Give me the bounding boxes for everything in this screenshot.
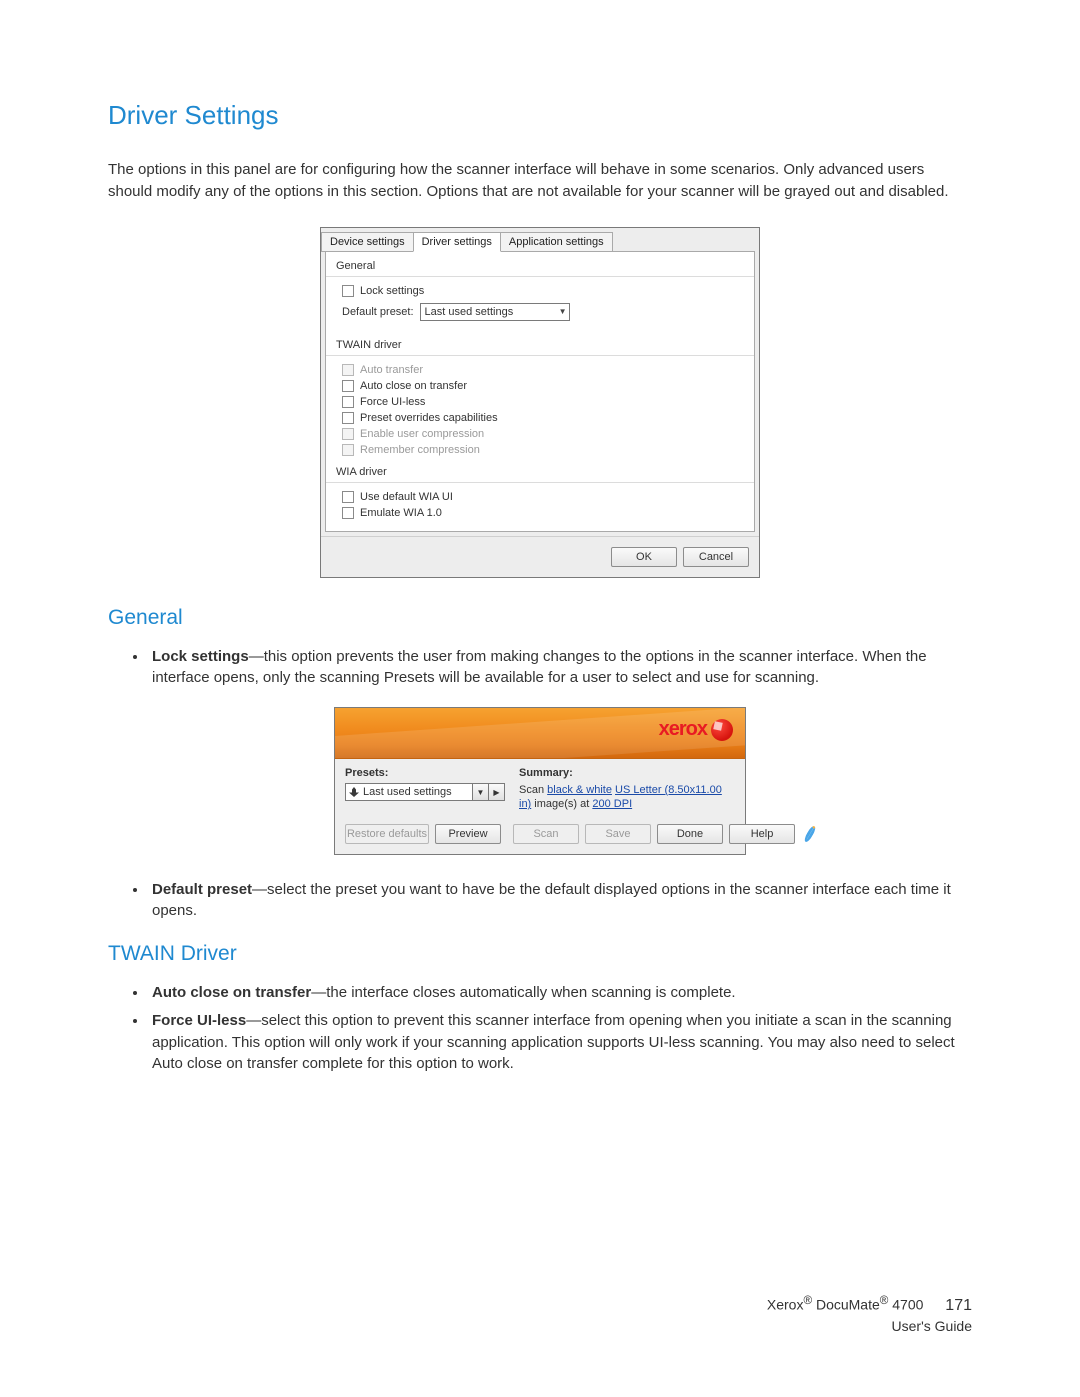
xerox-logo: xerox xyxy=(659,718,733,741)
presets-dropdown-button[interactable]: ▼ xyxy=(473,783,489,801)
section-general: General xyxy=(108,606,972,630)
xerox-wordmark: xerox xyxy=(659,718,707,741)
term-force-uiless: Force UI-less xyxy=(152,1012,246,1029)
label-presets: Presets: xyxy=(345,767,505,779)
desc-lock-settings: —this option prevents the user from maki… xyxy=(152,648,927,687)
play-icon: ▶ xyxy=(493,788,499,797)
group-wia: WIA driver xyxy=(326,458,754,483)
restore-defaults-button: Restore defaults xyxy=(345,824,429,844)
tab-driver-settings[interactable]: Driver settings xyxy=(413,232,501,252)
checkbox-force-uiless[interactable] xyxy=(342,396,354,408)
combo-default-preset[interactable]: Last used settings ▼ xyxy=(420,303,570,321)
chevron-down-icon: ▼ xyxy=(559,307,567,316)
checkbox-remember-compression xyxy=(342,444,354,456)
label-lock-settings: Lock settings xyxy=(360,285,424,297)
label-remember-compression: Remember compression xyxy=(360,444,480,456)
checkbox-emulate-wia[interactable] xyxy=(342,507,354,519)
label-preset-overrides: Preset overrides capabilities xyxy=(360,412,498,424)
checkbox-enable-compression xyxy=(342,428,354,440)
checkbox-preset-overrides[interactable] xyxy=(342,412,354,424)
bullet-lock-settings: Lock settings—this option prevents the u… xyxy=(148,646,972,690)
presets-dialog: xerox Presets: Last used settings ▼ ▶ Su… xyxy=(334,707,746,855)
label-auto-close: Auto close on transfer xyxy=(360,380,467,392)
label-auto-transfer: Auto transfer xyxy=(360,364,423,376)
section-twain-driver: TWAIN Driver xyxy=(108,942,972,966)
page-number: 171 xyxy=(945,1295,972,1317)
tab-panel: General Lock settings Default preset: La… xyxy=(325,251,755,532)
tab-application-settings[interactable]: Application settings xyxy=(500,232,613,252)
footer-subtitle: User's Guide xyxy=(767,1317,972,1337)
driver-settings-dialog: Device settings Driver settings Applicat… xyxy=(320,227,760,578)
label-force-uiless: Force UI-less xyxy=(360,396,425,408)
checkbox-lock-settings[interactable] xyxy=(342,285,354,297)
preview-button[interactable]: Preview xyxy=(435,824,501,844)
intro-text: The options in this panel are for config… xyxy=(108,159,972,203)
term-default-preset: Default preset xyxy=(152,881,252,898)
term-lock-settings: Lock settings xyxy=(152,648,249,665)
combo-presets-value: Last used settings xyxy=(363,786,452,798)
footer-brand: Xerox xyxy=(767,1297,804,1313)
done-button[interactable]: Done xyxy=(657,824,723,844)
combo-presets[interactable]: Last used settings xyxy=(345,783,473,801)
label-use-default-wia: Use default WIA UI xyxy=(360,491,453,503)
banner: xerox xyxy=(335,708,745,759)
label-emulate-wia: Emulate WIA 1.0 xyxy=(360,507,442,519)
tab-device-settings[interactable]: Device settings xyxy=(321,232,414,252)
page-title: Driver Settings xyxy=(108,100,972,131)
ok-button[interactable]: OK xyxy=(611,547,677,567)
term-auto-close: Auto close on transfer xyxy=(152,984,311,1001)
scan-button: Scan xyxy=(513,824,579,844)
tabstrip: Device settings Driver settings Applicat… xyxy=(321,228,759,252)
xerox-ball-icon xyxy=(711,719,733,741)
summary-prefix: Scan xyxy=(519,784,547,796)
desc-auto-close: —the interface closes automatically when… xyxy=(311,984,735,1001)
checkbox-auto-close[interactable] xyxy=(342,380,354,392)
desc-default-preset: —select the preset you want to have be t… xyxy=(152,881,951,920)
footer-product: DocuMate xyxy=(812,1297,880,1313)
group-twain: TWAIN driver xyxy=(326,331,754,356)
label-default-preset: Default preset: xyxy=(342,306,414,318)
presets-next-button[interactable]: ▶ xyxy=(489,783,505,801)
bullet-auto-close: Auto close on transfer—the interface clo… xyxy=(148,982,972,1004)
desc-force-uiless: —select this option to prevent this scan… xyxy=(152,1012,955,1073)
group-general: General xyxy=(326,252,754,277)
pin-icon xyxy=(349,787,359,797)
checkbox-auto-transfer xyxy=(342,364,354,376)
checkbox-use-default-wia[interactable] xyxy=(342,491,354,503)
cancel-button[interactable]: Cancel xyxy=(683,547,749,567)
link-dpi[interactable]: 200 DPI xyxy=(592,798,632,810)
label-summary: Summary: xyxy=(519,767,735,779)
link-color-mode[interactable]: black & white xyxy=(547,784,612,796)
save-button: Save xyxy=(585,824,651,844)
footer-model: 4700 xyxy=(888,1297,923,1313)
label-enable-compression: Enable user compression xyxy=(360,428,484,440)
help-button[interactable]: Help xyxy=(729,824,795,844)
footer: Xerox® DocuMate® 4700 171 User's Guide xyxy=(767,1293,972,1337)
summary-text: Scan black & white US Letter (8.50x11.00… xyxy=(519,783,735,812)
combo-default-preset-value: Last used settings xyxy=(425,306,514,318)
bullet-default-preset: Default preset—select the preset you wan… xyxy=(148,879,972,923)
chevron-down-icon: ▼ xyxy=(477,788,485,797)
bullet-force-uiless: Force UI-less—select this option to prev… xyxy=(148,1010,972,1075)
